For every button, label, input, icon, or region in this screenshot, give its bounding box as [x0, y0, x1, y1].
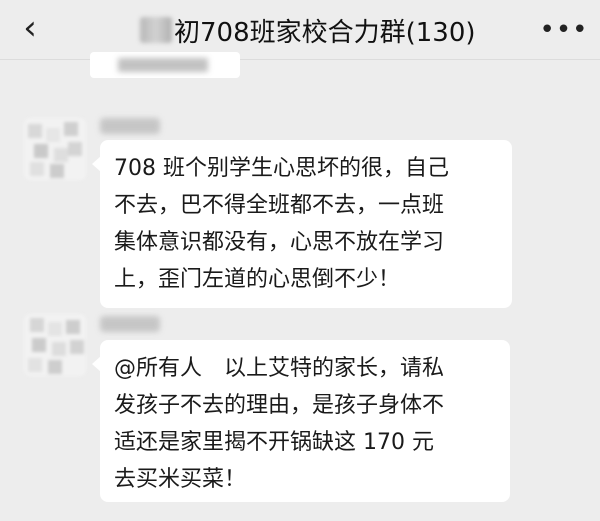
redacted-previous-text: [118, 58, 208, 72]
message-line: @所有人 以上艾特的家长，请私: [114, 356, 445, 381]
message-line: 上，歪门左道的心思倒不少！: [114, 267, 401, 292]
message-line: 适还是家里揭不开锅缺这 170 元: [114, 430, 434, 455]
chat-title: 初708班家校合力群(130): [174, 17, 476, 48]
chevron-left-icon: ‹: [23, 8, 37, 48]
message-line: 集体意识都没有，心思不放在学习: [114, 230, 445, 255]
more-dots-icon: •••: [539, 15, 589, 45]
message-line: 708 班个别学生心思坏的很，自己: [114, 156, 449, 181]
redacted-title-prefix: [140, 17, 172, 43]
redacted-sender-name: [100, 316, 160, 332]
message-bubble[interactable]: @所有人 以上艾特的家长，请私 发孩子不去的理由，是孩子身体不 适还是家里揭不开…: [92, 340, 510, 502]
avatar[interactable]: [24, 118, 86, 180]
message-line: 去买米买菜！: [114, 467, 247, 492]
chat-header: ‹ 初708班家校合力群(130) •••: [0, 0, 600, 60]
redacted-sender-name: [100, 118, 160, 134]
chat-area[interactable]: 708 班个别学生心思坏的很，自己 不去，巴不得全班都不去，一点班 集体意识都没…: [0, 52, 600, 521]
avatar[interactable]: [24, 314, 86, 376]
back-button[interactable]: ‹: [10, 6, 50, 50]
message-bubble[interactable]: 708 班个别学生心思坏的很，自己 不去，巴不得全班都不去，一点班 集体意识都没…: [92, 140, 512, 308]
chat-title-group: 初708班家校合力群(130): [140, 10, 476, 50]
more-button[interactable]: •••: [539, 8, 589, 52]
message-line: 不去，巴不得全班都不去，一点班: [114, 193, 445, 218]
message-line: 发孩子不去的理由，是孩子身体不: [114, 393, 445, 418]
